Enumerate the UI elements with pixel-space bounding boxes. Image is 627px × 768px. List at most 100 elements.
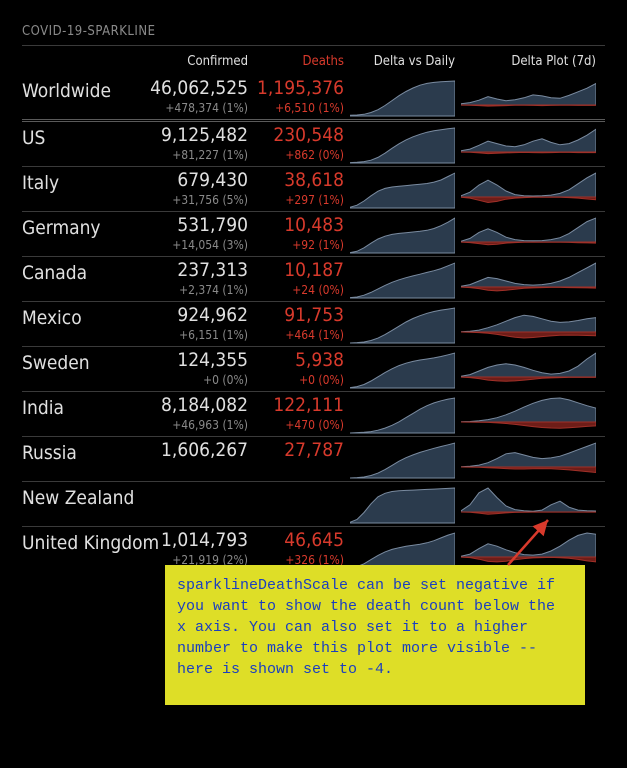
table-row: Sweden124,355 +0 (0%)5,938 +0 (0%) xyxy=(22,346,605,391)
confirmed-value: 237,313 xyxy=(148,261,248,281)
cumulative-sparkline xyxy=(350,306,455,344)
cumulative-sparkline xyxy=(350,531,455,569)
delta-sparkline xyxy=(461,126,596,164)
deaths-delta: +464 (1%) xyxy=(254,328,344,342)
delta-sparkline xyxy=(461,441,596,479)
header-plot: Delta Plot (7d) xyxy=(461,54,596,69)
delta-sparkline xyxy=(461,171,596,209)
confirmed-value: 679,430 xyxy=(148,171,248,191)
deaths-cell xyxy=(254,486,344,488)
country-name: Mexico xyxy=(22,306,142,329)
deaths-cell: 46,645 +326 (1%) xyxy=(254,531,344,567)
delta-sparkline xyxy=(461,79,596,117)
confirmed-delta: +6,151 (1%) xyxy=(148,328,248,342)
country-name: Russia xyxy=(22,441,142,464)
confirmed-cell: 9,125,482 +81,227 (1%) xyxy=(148,126,248,162)
cumulative-sparkline xyxy=(350,171,455,209)
deaths-delta: +470 (0%) xyxy=(254,418,344,432)
confirmed-cell xyxy=(148,486,248,488)
deaths-cell: 27,787 xyxy=(254,441,344,463)
deaths-delta: +297 (1%) xyxy=(254,193,344,207)
callout-box: sparklineDeathScale can be set negative … xyxy=(165,565,585,705)
deaths-value: 27,787 xyxy=(254,441,344,461)
deaths-delta: +862 (0%) xyxy=(254,148,344,162)
confirmed-value: 1,606,267 xyxy=(148,441,248,461)
country-name: India xyxy=(22,396,142,419)
deaths-value: 46,645 xyxy=(254,531,344,551)
cumulative-sparkline xyxy=(350,216,455,254)
deaths-value: 1,195,376 xyxy=(254,79,344,99)
confirmed-cell: 1,606,267 xyxy=(148,441,248,463)
cumulative-sparkline xyxy=(350,261,455,299)
table-row: Canada237,313 +2,374 (1%)10,187 +24 (0%) xyxy=(22,256,605,301)
country-name: Germany xyxy=(22,216,142,239)
deaths-value: 10,483 xyxy=(254,216,344,236)
deaths-delta: +6,510 (1%) xyxy=(254,101,344,115)
country-name: Italy xyxy=(22,171,142,194)
confirmed-cell: 8,184,082 +46,963 (1%) xyxy=(148,396,248,432)
confirmed-cell: 1,014,793 +21,919 (2%) xyxy=(148,531,248,567)
deaths-delta: +24 (0%) xyxy=(254,283,344,297)
table-row: Mexico924,962 +6,151 (1%)91,753 +464 (1%… xyxy=(22,301,605,346)
confirmed-cell: 237,313 +2,374 (1%) xyxy=(148,261,248,297)
delta-sparkline xyxy=(461,486,596,524)
country-name: US xyxy=(22,126,142,149)
cumulative-sparkline xyxy=(350,126,455,164)
country-name: Canada xyxy=(22,261,142,284)
confirmed-cell: 46,062,525 +478,374 (1%) xyxy=(148,79,248,115)
column-headers: Confirmed Deaths Delta vs Daily Delta Pl… xyxy=(22,54,605,69)
dashboard: COVID-19-SPARKLINE Confirmed Deaths Delt… xyxy=(0,0,627,768)
deaths-cell: 10,187 +24 (0%) xyxy=(254,261,344,297)
confirmed-delta: +31,756 (5%) xyxy=(148,193,248,207)
table-row: Russia 1,606,267 27,787 xyxy=(22,436,605,481)
confirmed-delta: +14,054 (3%) xyxy=(148,238,248,252)
cumulative-sparkline xyxy=(350,486,455,524)
delta-sparkline xyxy=(461,396,596,434)
confirmed-value: 531,790 xyxy=(148,216,248,236)
deaths-cell: 91,753 +464 (1%) xyxy=(254,306,344,342)
confirmed-cell: 531,790 +14,054 (3%) xyxy=(148,216,248,252)
deaths-value: 230,548 xyxy=(254,126,344,146)
confirmed-value: 8,184,082 xyxy=(148,396,248,416)
country-name: Worldwide xyxy=(22,79,142,102)
confirmed-cell: 924,962 +6,151 (1%) xyxy=(148,306,248,342)
deaths-value: 5,938 xyxy=(254,351,344,371)
deaths-cell: 1,195,376 +6,510 (1%) xyxy=(254,79,344,115)
cumulative-sparkline xyxy=(350,441,455,479)
divider xyxy=(22,45,605,46)
deaths-delta: +0 (0%) xyxy=(254,373,344,387)
confirmed-delta: +81,227 (1%) xyxy=(148,148,248,162)
cumulative-sparkline xyxy=(350,396,455,434)
deaths-delta: +92 (1%) xyxy=(254,238,344,252)
deaths-value: 91,753 xyxy=(254,306,344,326)
deaths-cell: 10,483 +92 (1%) xyxy=(254,216,344,252)
delta-sparkline xyxy=(461,531,596,569)
delta-sparkline xyxy=(461,216,596,254)
confirmed-cell: 679,430 +31,756 (5%) xyxy=(148,171,248,207)
confirmed-delta: +2,374 (1%) xyxy=(148,283,248,297)
table-row: New Zealand xyxy=(22,481,605,526)
confirmed-delta: +0 (0%) xyxy=(148,373,248,387)
cumulative-sparkline xyxy=(350,79,455,117)
delta-sparkline xyxy=(461,351,596,389)
deaths-cell: 5,938 +0 (0%) xyxy=(254,351,344,387)
table-row: India 8,184,082 +46,963 (1%) 122,111 +470 … xyxy=(22,391,605,436)
confirmed-delta: +46,963 (1%) xyxy=(148,418,248,432)
table-row: Worldwide46,062,525 +478,374 (1%)1,195,3… xyxy=(22,75,605,119)
header-delta: Delta vs Daily xyxy=(350,54,455,69)
deaths-cell: 38,618 +297 (1%) xyxy=(254,171,344,207)
deaths-cell: 230,548 +862 (0%) xyxy=(254,126,344,162)
confirmed-cell: 124,355 +0 (0%) xyxy=(148,351,248,387)
header-deaths: Deaths xyxy=(254,54,344,69)
country-name: United Kingdom xyxy=(22,531,142,554)
confirmed-delta: +478,374 (1%) xyxy=(148,101,248,115)
confirmed-value: 9,125,482 xyxy=(148,126,248,146)
confirmed-value: 1,014,793 xyxy=(148,531,248,551)
table-row: Germany531,790 +14,054 (3%)10,483 +92 (1… xyxy=(22,211,605,256)
cumulative-sparkline xyxy=(350,351,455,389)
deaths-value: 122,111 xyxy=(254,396,344,416)
delta-sparkline xyxy=(461,306,596,344)
header-confirmed: Confirmed xyxy=(148,54,248,69)
country-name: Sweden xyxy=(22,351,142,374)
deaths-value: 38,618 xyxy=(254,171,344,191)
